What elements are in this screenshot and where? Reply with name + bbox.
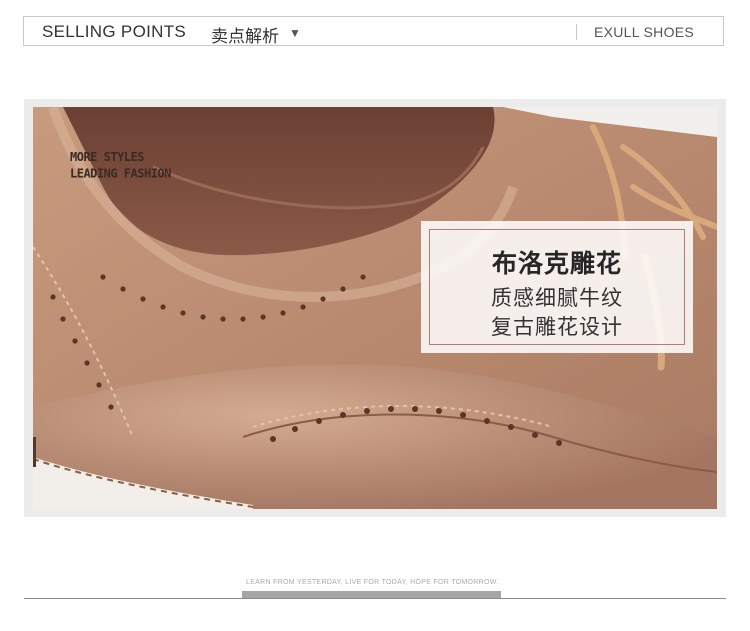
watermark-line-1: MORE STYLES [70,149,144,164]
section-header: SELLING POINTS 卖点解析 ▼ EXULL SHOES [23,16,724,46]
feature-title: 布洛克雕花 [491,250,622,278]
footer-slogan: LEARN FROM YESTERDAY, LIVE FOR TODAY, HO… [246,579,499,586]
watermark-line-2: LEADING FASHION [70,166,171,181]
shoe-closeup-photo: MORE STYLES LEADING FASHION 布洛克雕花 质感细腻牛纹… [33,107,717,509]
feature-card: 布洛克雕花 质感细腻牛纹 复古雕花设计 [421,221,693,353]
dropdown-arrow-icon: ▼ [289,26,301,40]
header-divider [576,24,577,40]
footer-divider [24,598,726,599]
brand-name: EXULL SHOES [594,24,695,40]
section-subtitle: 卖点解析 [211,27,279,46]
feature-desc-line-1: 质感细腻牛纹 [491,287,623,310]
footer-accent-bar [242,591,501,598]
section-title: SELLING POINTS [42,22,187,41]
product-photo-frame: MORE STYLES LEADING FASHION 布洛克雕花 质感细腻牛纹… [24,99,726,517]
feature-card-border: 布洛克雕花 质感细腻牛纹 复古雕花设计 [429,229,685,345]
photo-watermark: MORE STYLES LEADING FASHION [70,148,171,182]
feature-desc-line-2: 复古雕花设计 [491,316,623,339]
